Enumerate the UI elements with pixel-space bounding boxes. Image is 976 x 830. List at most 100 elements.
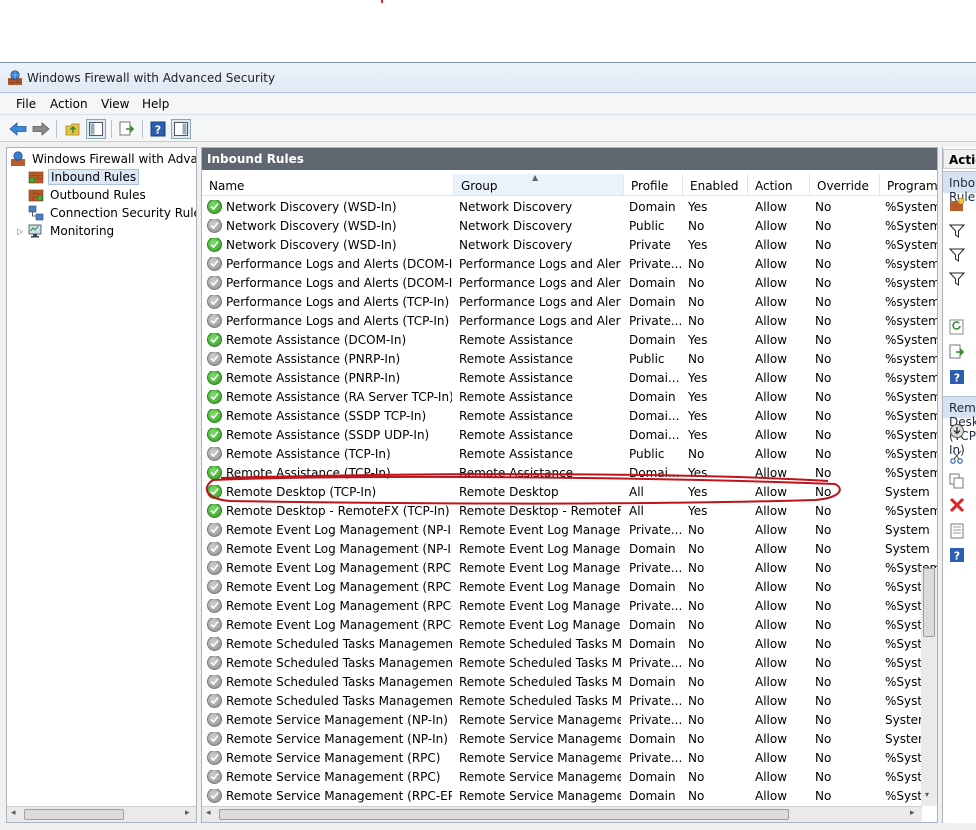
table-row[interactable]: Remote Scheduled Tasks Management (... Re… bbox=[202, 672, 937, 691]
cell-program: %System bbox=[885, 504, 937, 518]
cell-profile: Domain bbox=[629, 295, 676, 309]
cell-action: Allow bbox=[755, 656, 788, 670]
expand-arrow-icon[interactable]: ▷ bbox=[17, 227, 23, 236]
rule-name: Performance Logs and Alerts (DCOM-In) bbox=[226, 276, 452, 290]
disable-rule-icon[interactable] bbox=[949, 423, 965, 439]
export-list-icon[interactable] bbox=[949, 344, 965, 360]
cell-override: No bbox=[815, 257, 832, 271]
help-button[interactable]: ? bbox=[148, 119, 168, 139]
table-row[interactable]: Remote Assistance (RA Server TCP-In) Remo… bbox=[202, 387, 937, 406]
cell-action: Allow bbox=[755, 390, 788, 404]
show-hide-action-pane-button[interactable] bbox=[171, 119, 191, 139]
tree-item-inbound-rules[interactable]: Inbound Rules bbox=[28, 168, 140, 186]
cell-override: No bbox=[815, 352, 832, 366]
actions-section-selected-rule[interactable]: Remote Desktop (TCP-In) bbox=[943, 396, 976, 457]
forward-button[interactable] bbox=[31, 119, 51, 139]
column-header-action[interactable]: Action bbox=[748, 174, 810, 196]
tree-horizontal-scrollbar[interactable]: ◂ ▸ bbox=[7, 806, 196, 822]
cell-override: No bbox=[815, 409, 832, 423]
table-row[interactable]: Network Discovery (WSD-In) Network Discov… bbox=[202, 197, 937, 216]
table-row[interactable]: Remote Service Management (RPC-EPM... Rem… bbox=[202, 786, 937, 805]
cell-action: Allow bbox=[755, 713, 788, 727]
menu-view[interactable]: View bbox=[101, 97, 129, 111]
cell-profile: Domai... bbox=[629, 409, 680, 423]
scroll-right-arrow-icon[interactable]: ▸ bbox=[185, 808, 190, 818]
scrollbar-thumb[interactable] bbox=[24, 809, 124, 820]
cell-enabled: No bbox=[688, 257, 705, 271]
scrollbar-thumb[interactable] bbox=[923, 568, 935, 637]
refresh-icon[interactable] bbox=[949, 319, 965, 335]
tree-item-outbound-rules[interactable]: Outbound Rules bbox=[28, 186, 148, 204]
up-level-button[interactable] bbox=[63, 119, 83, 139]
tree-item-connection-security-rules[interactable]: Connection Security Rules bbox=[28, 204, 196, 222]
table-row[interactable]: Remote Assistance (TCP-In) Remote Assista… bbox=[202, 444, 937, 463]
filter-by-group-icon[interactable] bbox=[949, 271, 965, 287]
table-row[interactable]: Performance Logs and Alerts (DCOM-In) Per… bbox=[202, 254, 937, 273]
table-row[interactable]: Remote Desktop (TCP-In) Remote Desktop All… bbox=[202, 482, 930, 501]
column-header-program[interactable]: Program bbox=[880, 174, 937, 196]
table-row[interactable]: Remote Event Log Management (NP-In) Remot… bbox=[202, 539, 930, 558]
table-row[interactable]: Remote Service Management (RPC) Remote Se… bbox=[202, 767, 937, 786]
actions-section-inbound[interactable]: Inbound Rules bbox=[943, 171, 976, 204]
filter-by-profile-icon[interactable] bbox=[949, 223, 965, 239]
rule-name: Remote Event Log Management (NP-In) bbox=[226, 542, 452, 556]
help-icon[interactable]: ? bbox=[949, 369, 965, 385]
cut-icon[interactable] bbox=[949, 449, 965, 465]
scroll-right-arrow-icon[interactable]: ▸ bbox=[910, 808, 915, 818]
tree-root[interactable]: Windows Firewall with Advanced Security … bbox=[10, 150, 196, 168]
table-row[interactable]: Performance Logs and Alerts (DCOM-In) Per… bbox=[202, 273, 937, 292]
table-row[interactable]: Remote Service Management (RPC) Remote Se… bbox=[202, 748, 937, 767]
scroll-down-arrow-icon[interactable]: ▾ bbox=[925, 790, 929, 799]
cell-name: Network Discovery (WSD-In) bbox=[207, 238, 452, 252]
cell-name: Performance Logs and Alerts (DCOM-In) bbox=[207, 257, 452, 271]
cell-group: Remote Assistance bbox=[459, 390, 574, 404]
menu-action[interactable]: Action bbox=[50, 97, 88, 111]
window-title: Windows Firewall with Advanced Security bbox=[27, 71, 276, 85]
table-row[interactable]: Remote Assistance (PNRP-In) Remote Assist… bbox=[202, 349, 937, 368]
copy-icon[interactable] bbox=[949, 473, 965, 489]
tree-item-monitoring[interactable]: Monitoring bbox=[28, 222, 116, 240]
table-row[interactable]: Remote Scheduled Tasks Management (... Re… bbox=[202, 691, 937, 710]
table-row[interactable]: Network Discovery (WSD-In) Network Discov… bbox=[202, 216, 937, 235]
scroll-left-arrow-icon[interactable]: ◂ bbox=[11, 808, 16, 818]
table-row[interactable]: Performance Logs and Alerts (TCP-In) Perf… bbox=[202, 292, 937, 311]
table-row[interactable]: Remote Assistance (DCOM-In) Remote Assist… bbox=[202, 330, 937, 349]
table-row[interactable]: Remote Service Management (NP-In) Remote … bbox=[202, 729, 930, 748]
table-row[interactable]: Performance Logs and Alerts (TCP-In) Perf… bbox=[202, 311, 937, 330]
column-header-profile[interactable]: Profile bbox=[624, 174, 683, 196]
menu-file[interactable]: File bbox=[16, 97, 36, 111]
show-hide-tree-button[interactable] bbox=[86, 119, 106, 139]
column-header-name[interactable]: Name bbox=[202, 174, 454, 196]
table-row[interactable]: Remote Assistance (TCP-In) Remote Assista… bbox=[202, 463, 937, 482]
table-row[interactable]: Remote Assistance (SSDP UDP-In) Remote As… bbox=[202, 425, 937, 444]
table-row[interactable]: Remote Assistance (SSDP TCP-In) Remote As… bbox=[202, 406, 937, 425]
table-row[interactable]: Remote Scheduled Tasks Management (... Re… bbox=[202, 653, 937, 672]
table-row[interactable]: Remote Scheduled Tasks Management (... Re… bbox=[202, 634, 937, 653]
table-row[interactable]: Remote Desktop - RemoteFX (TCP-In) Remote… bbox=[202, 501, 937, 520]
column-header-override[interactable]: Override bbox=[810, 174, 880, 196]
table-row[interactable]: Network Discovery (WSD-In) Network Discov… bbox=[202, 235, 937, 254]
scroll-left-arrow-icon[interactable]: ◂ bbox=[206, 808, 211, 818]
table-row[interactable]: Remote Event Log Management (NP-In) Remot… bbox=[202, 520, 930, 539]
table-row[interactable]: Remote Event Log Management (RPC-EP... Re… bbox=[202, 596, 937, 615]
cell-name: Remote Assistance (PNRP-In) bbox=[207, 371, 452, 385]
column-header-group[interactable]: Group bbox=[454, 174, 624, 196]
new-rule-icon[interactable] bbox=[949, 197, 965, 213]
table-row[interactable]: Remote Event Log Management (RPC) Remote … bbox=[202, 558, 937, 577]
table-row[interactable]: Remote Event Log Management (RPC-EP... Re… bbox=[202, 615, 937, 634]
export-list-button[interactable] bbox=[117, 119, 137, 139]
table-row[interactable]: Remote Service Management (NP-In) Remote … bbox=[202, 710, 930, 729]
help-icon[interactable]: ? bbox=[949, 547, 965, 563]
table-row[interactable]: Remote Assistance (PNRP-In) Remote Assist… bbox=[202, 368, 937, 387]
table-row[interactable]: Remote Event Log Management (RPC) Remote … bbox=[202, 577, 937, 596]
delete-icon[interactable] bbox=[949, 497, 965, 513]
properties-icon[interactable] bbox=[949, 523, 965, 539]
scrollbar-thumb[interactable] bbox=[219, 809, 789, 820]
menu-help[interactable]: Help bbox=[142, 97, 169, 111]
column-header-enabled[interactable]: Enabled bbox=[683, 174, 748, 196]
list-horizontal-scrollbar[interactable]: ◂ ▸ bbox=[202, 806, 922, 822]
back-button[interactable] bbox=[8, 119, 28, 139]
list-vertical-scrollbar[interactable]: ▾ bbox=[921, 568, 937, 806]
cell-profile: Private... bbox=[629, 314, 681, 328]
filter-by-state-icon[interactable] bbox=[949, 247, 965, 263]
